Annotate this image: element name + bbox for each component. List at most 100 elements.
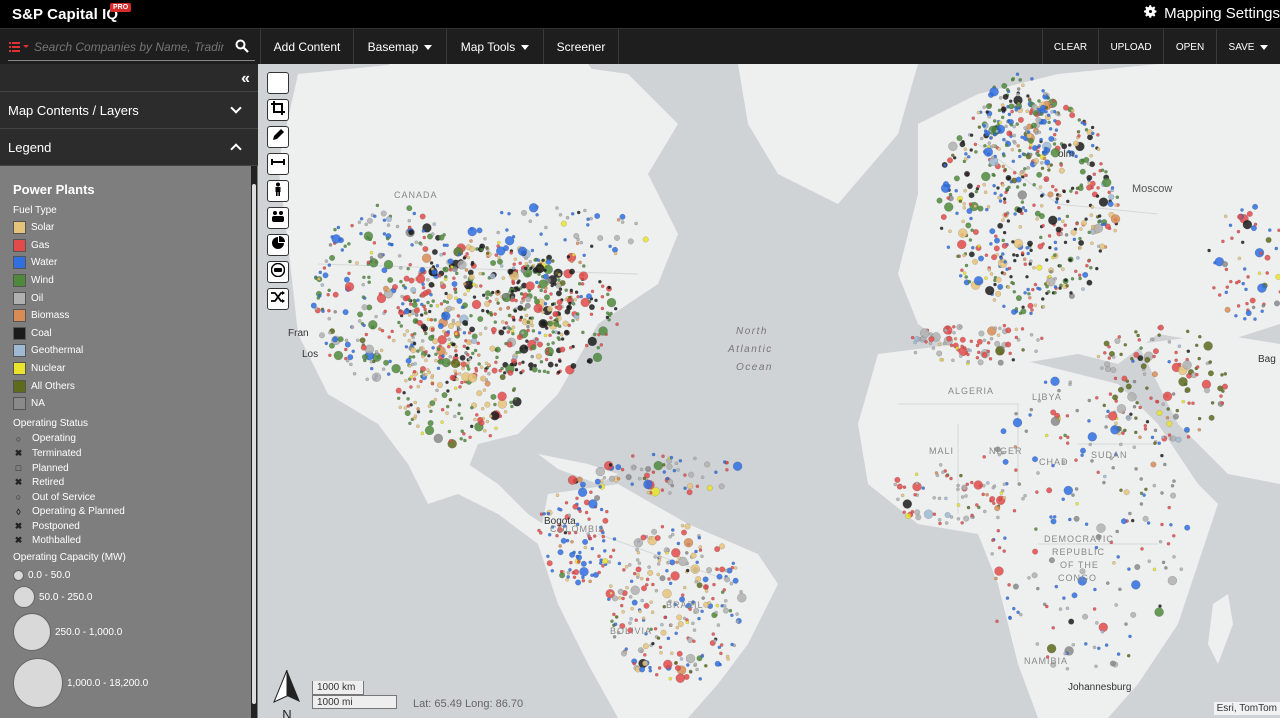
power-plant-marker[interactable]: [365, 377, 369, 382]
power-plant-marker[interactable]: [372, 359, 376, 364]
power-plant-marker[interactable]: [1102, 222, 1107, 227]
power-plant-marker[interactable]: [448, 438, 453, 443]
power-plant-marker[interactable]: [1037, 144, 1042, 148]
power-plant-marker[interactable]: [1107, 356, 1112, 360]
power-plant-marker[interactable]: [1125, 383, 1132, 390]
power-plant-marker[interactable]: [503, 409, 508, 414]
power-plant-marker[interactable]: [451, 280, 458, 287]
power-plant-marker[interactable]: [1041, 223, 1045, 228]
power-plant-marker[interactable]: [601, 534, 606, 539]
power-plant-marker[interactable]: [390, 329, 394, 334]
power-plant-marker[interactable]: [1130, 356, 1134, 361]
power-plant-marker[interactable]: [723, 599, 728, 603]
power-plant-marker[interactable]: [964, 152, 968, 156]
power-plant-marker[interactable]: [1032, 182, 1037, 187]
power-plant-marker[interactable]: [1087, 230, 1092, 235]
power-plant-marker[interactable]: [711, 632, 716, 636]
power-plant-marker[interactable]: [677, 556, 681, 560]
power-plant-marker[interactable]: [525, 339, 529, 343]
power-plant-marker[interactable]: [621, 610, 625, 614]
power-plant-marker[interactable]: [1089, 265, 1093, 270]
power-plant-marker[interactable]: [404, 344, 409, 349]
power-plant-marker[interactable]: [670, 528, 675, 532]
power-plant-marker[interactable]: [424, 349, 428, 354]
power-plant-marker[interactable]: [1197, 356, 1202, 361]
power-plant-marker[interactable]: [572, 575, 577, 580]
power-plant-marker[interactable]: [972, 258, 979, 265]
power-plant-marker[interactable]: [1032, 548, 1039, 555]
power-plant-marker[interactable]: [986, 205, 991, 209]
power-plant-marker[interactable]: [1195, 372, 1199, 377]
power-plant-marker[interactable]: [457, 403, 462, 407]
power-plant-marker[interactable]: [371, 325, 375, 330]
power-plant-marker[interactable]: [1074, 458, 1078, 462]
power-plant-marker[interactable]: [556, 304, 563, 311]
power-plant-marker[interactable]: [648, 665, 652, 670]
power-plant-marker[interactable]: [1050, 376, 1060, 386]
power-plant-marker[interactable]: [730, 642, 734, 647]
power-plant-marker[interactable]: [576, 476, 583, 483]
power-plant-marker[interactable]: [511, 281, 516, 285]
power-plant-marker[interactable]: [672, 468, 677, 473]
power-plant-marker[interactable]: [563, 237, 567, 242]
power-plant-marker[interactable]: [1182, 360, 1192, 370]
power-plant-marker[interactable]: [600, 284, 605, 288]
power-plant-marker[interactable]: [996, 515, 1000, 520]
power-plant-marker[interactable]: [407, 364, 412, 368]
power-plant-marker[interactable]: [640, 598, 645, 603]
fuel-type-item[interactable]: NA: [13, 395, 250, 413]
power-plant-marker[interactable]: [332, 336, 339, 343]
power-plant-marker[interactable]: [527, 289, 532, 293]
power-plant-marker[interactable]: [511, 266, 516, 270]
power-plant-marker[interactable]: [716, 573, 723, 580]
power-plant-marker[interactable]: [489, 313, 494, 317]
power-plant-marker[interactable]: [489, 345, 496, 352]
power-plant-marker[interactable]: [612, 595, 619, 602]
search-icon[interactable]: [235, 39, 249, 53]
power-plant-marker[interactable]: [964, 263, 969, 268]
power-plant-marker[interactable]: [969, 216, 973, 221]
power-plant-marker[interactable]: [983, 144, 987, 148]
power-plant-marker[interactable]: [533, 296, 538, 300]
power-plant-marker[interactable]: [1071, 592, 1078, 599]
power-plant-marker[interactable]: [729, 581, 734, 586]
power-plant-marker[interactable]: [1096, 147, 1101, 152]
power-plant-marker[interactable]: [421, 229, 426, 233]
power-plant-marker[interactable]: [985, 492, 989, 497]
power-plant-marker[interactable]: [445, 380, 449, 385]
power-plant-marker[interactable]: [1098, 197, 1109, 207]
power-plant-marker[interactable]: [687, 483, 694, 490]
power-plant-marker[interactable]: [1063, 104, 1070, 111]
power-plant-marker[interactable]: [1047, 274, 1052, 279]
power-plant-marker[interactable]: [496, 258, 503, 265]
power-plant-marker[interactable]: [654, 672, 659, 677]
power-plant-marker[interactable]: [1027, 302, 1034, 309]
power-plant-marker[interactable]: [553, 320, 560, 327]
power-plant-marker[interactable]: [627, 563, 632, 567]
power-plant-marker[interactable]: [1076, 130, 1081, 134]
power-plant-marker[interactable]: [995, 162, 999, 166]
power-plant-marker[interactable]: [366, 217, 373, 224]
power-plant-marker[interactable]: [356, 338, 360, 343]
power-plant-marker[interactable]: [421, 354, 425, 359]
power-plant-marker[interactable]: [557, 337, 562, 342]
power-plant-marker[interactable]: [614, 234, 621, 241]
power-plant-marker[interactable]: [1006, 285, 1011, 289]
power-plant-marker[interactable]: [663, 615, 667, 620]
power-plant-marker[interactable]: [1171, 392, 1176, 396]
power-plant-marker[interactable]: [676, 614, 683, 621]
power-plant-marker[interactable]: [367, 275, 371, 280]
power-plant-marker[interactable]: [1265, 236, 1272, 243]
power-plant-marker[interactable]: [1017, 482, 1022, 486]
power-plant-marker[interactable]: [459, 354, 466, 361]
power-plant-marker[interactable]: [915, 481, 919, 486]
power-plant-marker[interactable]: [516, 280, 520, 285]
power-plant-marker[interactable]: [462, 330, 467, 335]
power-plant-marker[interactable]: [1039, 194, 1044, 198]
power-plant-marker[interactable]: [1080, 220, 1087, 227]
power-plant-marker[interactable]: [452, 342, 456, 347]
power-plant-marker[interactable]: [578, 271, 589, 281]
power-plant-marker[interactable]: [994, 237, 1001, 244]
power-plant-marker[interactable]: [612, 246, 619, 253]
power-plant-marker[interactable]: [424, 425, 435, 436]
